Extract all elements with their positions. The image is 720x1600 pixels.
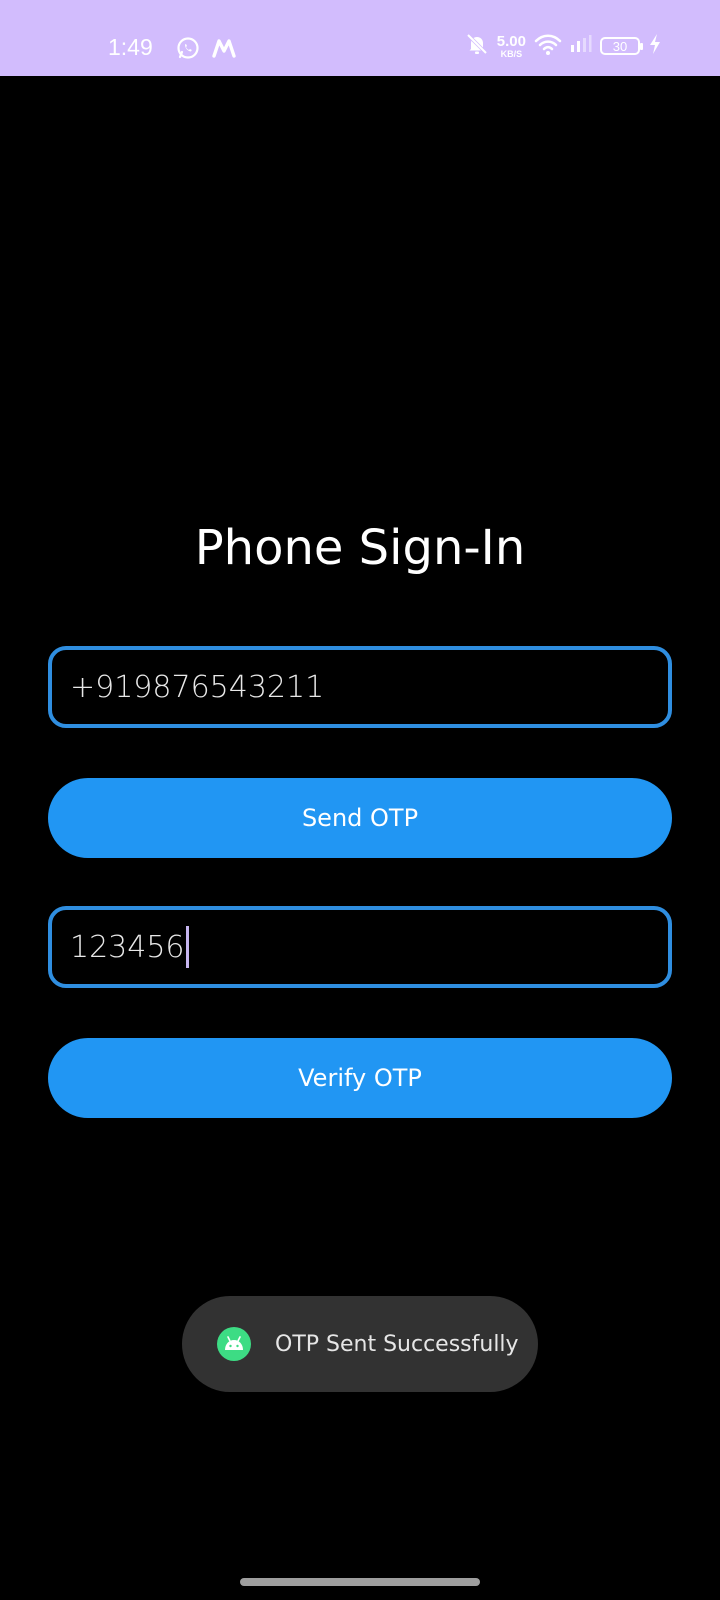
phone-number-field[interactable]: +919876543211 bbox=[48, 646, 672, 728]
network-speed-value: 5.00 bbox=[496, 32, 526, 50]
signal-icon bbox=[570, 34, 592, 58]
send-otp-button[interactable]: Send OTP bbox=[48, 778, 672, 858]
otp-value: 123456 bbox=[70, 929, 185, 965]
network-speed-unit: KB/S bbox=[500, 48, 523, 59]
wifi-icon bbox=[534, 32, 562, 60]
network-speed: 5.00 KB/S bbox=[497, 34, 526, 59]
toast-text: OTP Sent Successfully bbox=[275, 1331, 519, 1357]
otp-field[interactable]: 123456 bbox=[48, 906, 672, 988]
toast-message: OTP Sent Successfully bbox=[182, 1296, 538, 1392]
notification-icons bbox=[176, 36, 236, 64]
text-cursor bbox=[185, 926, 189, 968]
mute-icon bbox=[465, 32, 489, 60]
battery-level: 30 bbox=[612, 38, 628, 54]
verify-otp-button[interactable]: Verify OTP bbox=[48, 1038, 672, 1118]
gesture-navigation-handle[interactable] bbox=[240, 1578, 480, 1586]
m-app-icon bbox=[212, 38, 236, 62]
status-time: 1:49 bbox=[108, 34, 153, 60]
android-icon bbox=[217, 1327, 251, 1361]
page-title: Phone Sign-In bbox=[194, 520, 526, 576]
phone-signin-screen: 1:49 5.00 KB/S 30 Phone Sign-In +9198765… bbox=[0, 0, 720, 1600]
battery-icon: 30 bbox=[600, 37, 643, 55]
phone-number-value: +919876543211 bbox=[70, 669, 325, 705]
status-bar: 1:49 5.00 KB/S 30 bbox=[0, 0, 720, 76]
whatsapp-icon bbox=[176, 36, 200, 64]
charging-icon bbox=[648, 33, 662, 59]
system-status-icons: 5.00 KB/S 30 bbox=[465, 32, 662, 60]
